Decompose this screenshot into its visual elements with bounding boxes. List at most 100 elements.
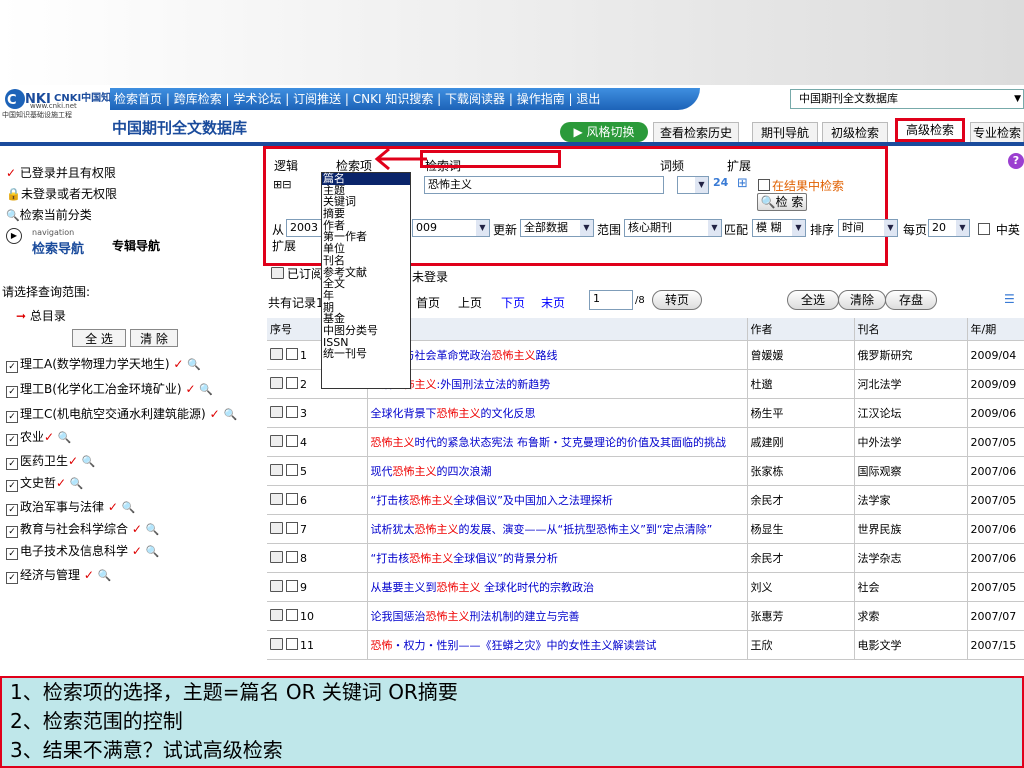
- cn-en-checkbox[interactable]: [978, 223, 990, 235]
- title-text[interactable]: 全球化时代的宗教政治: [481, 581, 594, 594]
- tab-journal-nav[interactable]: 期刊导航: [752, 122, 818, 142]
- doc-icon[interactable]: [270, 638, 283, 650]
- category-checkbox[interactable]: ✓: [6, 504, 18, 516]
- title-keyword[interactable]: 恐怖主义: [409, 494, 453, 507]
- search-icon[interactable]: 🔍: [58, 431, 72, 444]
- row-checkbox[interactable]: [286, 580, 298, 592]
- page-input[interactable]: 1: [589, 290, 633, 310]
- search-icon[interactable]: 🔍: [199, 383, 213, 396]
- select-all-categories-button[interactable]: 全 选: [72, 329, 126, 347]
- per-page-select[interactable]: 20 ▼: [928, 219, 970, 237]
- title-text[interactable]: 全球倡议”及中国加入之法理探析: [453, 494, 613, 507]
- help-icon[interactable]: ?: [1008, 153, 1024, 169]
- title-text[interactable]: 的文化反思: [481, 407, 536, 420]
- search-icon[interactable]: 🔍: [122, 501, 136, 514]
- table-row[interactable]: 5 现代恐怖主义的四次浪潮 张家栋 国际观察 2007/06: [267, 456, 1024, 486]
- doc-icon[interactable]: [270, 348, 283, 360]
- expand-icon[interactable]: ⊞: [737, 176, 748, 191]
- go-page-button[interactable]: 转页: [652, 290, 702, 310]
- title-cell[interactable]: 试析犹太恐怖主义的发展、演变——从“抵抗型恐怖主义”到“定点清除”: [367, 514, 748, 544]
- title-cell[interactable]: 恐怖主义时代的紧急状态宪法 布鲁斯・艾克曼理论的价值及其面临的挑战: [367, 427, 748, 457]
- row-checkbox[interactable]: [286, 609, 298, 621]
- title-text[interactable]: :外国刑法立法的新趋势: [437, 378, 551, 391]
- category-checkbox[interactable]: ✓: [6, 386, 18, 398]
- title-keyword[interactable]: 恐怖主义: [426, 610, 470, 623]
- nav-link-subscribe[interactable]: 订阅推送: [293, 92, 341, 106]
- update-select[interactable]: 全部数据 ▼: [520, 219, 594, 237]
- row-checkbox[interactable]: [286, 435, 298, 447]
- tab-pro-search[interactable]: 专业检索: [970, 122, 1024, 142]
- title-text[interactable]: 论我国惩治: [371, 610, 426, 623]
- field-option[interactable]: 统一刊号: [322, 348, 410, 360]
- table-row[interactable]: 6 “打击核恐怖主义全球倡议”及中国加入之法理探析 余民才 法学家 2007/05: [267, 485, 1024, 515]
- search-icon[interactable]: 🔍: [82, 455, 96, 468]
- category-checkbox[interactable]: ✓: [6, 361, 18, 373]
- clear-categories-button[interactable]: 清 除: [130, 329, 178, 347]
- title-text[interactable]: 试析犹太: [371, 523, 415, 536]
- list-view-icon[interactable]: ☰: [1004, 292, 1015, 306]
- title-keyword[interactable]: 恐怖主义: [415, 523, 459, 536]
- table-row[interactable]: 7 试析犹太恐怖主义的发展、演变——从“抵抗型恐怖主义”到“定点清除” 杨显生 世界民…: [267, 514, 1024, 544]
- freq-select[interactable]: ▼: [677, 176, 709, 194]
- last-page-link[interactable]: 末页: [541, 294, 565, 311]
- doc-icon[interactable]: [270, 580, 283, 592]
- category-item[interactable]: ✓ 教育与社会科学综合 ✓ 🔍: [6, 520, 159, 538]
- title-cell[interactable]: 识分子与社会革命党政治恐怖主义路线: [367, 340, 748, 370]
- search-icon[interactable]: 🔍: [70, 477, 84, 490]
- nav-link-guide[interactable]: 操作指南: [517, 92, 565, 106]
- tab-basic-search[interactable]: 初级检索: [822, 122, 888, 142]
- table-row[interactable]: 3 全球化背景下恐怖主义的文化反思 杨生平 江汉论坛 2009/06: [267, 398, 1024, 428]
- search-button[interactable]: 🔍检 索: [757, 193, 807, 211]
- field-option[interactable]: 年: [322, 290, 410, 302]
- search-nav-button[interactable]: ▶ navigation 检索导航 专辑导航: [6, 228, 160, 260]
- row-checkbox[interactable]: [286, 493, 298, 505]
- category-item[interactable]: ✓ 文史哲✓ 🔍: [6, 474, 84, 492]
- row-checkbox[interactable]: [286, 464, 298, 476]
- title-cell[interactable]: 全球化背景下恐怖主义的文化反思: [367, 398, 748, 428]
- doc-icon[interactable]: [270, 551, 283, 563]
- field-dropdown-list[interactable]: 篇名 主题 关键词 摘要 作者 第一作者 单位 刊名 参考文献 全文年期基金 中图分类号 ISSN 统一…: [321, 172, 411, 389]
- search-icon[interactable]: 🔍: [223, 408, 237, 421]
- title-cell[interactable]: “打击核恐怖主义全球倡议”的背景分析: [367, 543, 748, 573]
- nav-link-cross-search[interactable]: 跨库检索: [174, 92, 222, 106]
- category-checkbox[interactable]: ✓: [6, 458, 18, 470]
- category-item[interactable]: ✓ 医药卫生✓ 🔍: [6, 452, 96, 470]
- prev-page-link[interactable]: 上页: [458, 294, 482, 311]
- cn-en-option[interactable]: 中英: [978, 221, 1020, 238]
- table-row[interactable]: 9 从基要主义到恐怖主义 全球化时代的宗教政治 刘义 社会 2007/05: [267, 572, 1024, 602]
- title-keyword[interactable]: 恐怖主义: [409, 552, 453, 565]
- doc-icon[interactable]: [270, 406, 283, 418]
- sort-select[interactable]: 时间 ▼: [838, 219, 898, 237]
- style-switch-button[interactable]: ▶ 风格切换: [560, 122, 648, 142]
- nav-link-home[interactable]: 检索首页: [114, 92, 162, 106]
- doc-icon[interactable]: [270, 493, 283, 505]
- title-text[interactable]: 时代的紧急状态宪法 布鲁斯・艾克曼理论的价值及其面临的挑战: [415, 436, 727, 449]
- save-results-button[interactable]: 存盘: [885, 290, 937, 310]
- category-item[interactable]: ✓ 理工C(机电航空交通水利建筑能源) ✓ 🔍: [6, 405, 237, 423]
- title-cell[interactable]: 恐怖・权力・性别——《狂蟒之灾》中的女性主义解读尝试: [367, 630, 748, 660]
- year-from-select[interactable]: 2003: [286, 219, 322, 237]
- category-checkbox[interactable]: ✓: [6, 572, 18, 584]
- category-item[interactable]: ✓ 农业✓ 🔍: [6, 428, 72, 446]
- title-cell[interactable]: 论我国惩治恐怖主义刑法机制的建立与完善: [367, 601, 748, 631]
- search-icon[interactable]: 🔍: [146, 545, 160, 558]
- field-option[interactable]: 中图分类号: [322, 325, 410, 337]
- category-item[interactable]: ✓ 理工A(数学物理力学天地生) ✓ 🔍: [6, 355, 201, 373]
- category-checkbox[interactable]: ✓: [6, 548, 18, 560]
- title-cell[interactable]: 从基要主义到恐怖主义 全球化时代的宗教政治: [367, 572, 748, 602]
- field-option[interactable]: 全文: [322, 278, 410, 290]
- search-icon[interactable]: 🔍: [146, 523, 160, 536]
- title-keyword[interactable]: 恐怖主义: [393, 465, 437, 478]
- title-text[interactable]: 路线: [536, 349, 558, 362]
- category-item[interactable]: ✓ 电子技术及信息科学 ✓ 🔍: [6, 542, 159, 560]
- title-keyword[interactable]: 恐怖主义: [437, 407, 481, 420]
- database-select[interactable]: 中国期刊全文数据库 ▼: [790, 89, 1024, 109]
- first-page-link[interactable]: 首页: [416, 294, 440, 311]
- match-select[interactable]: 模 糊 ▼: [752, 219, 806, 237]
- title-text[interactable]: 现代: [371, 465, 393, 478]
- row-checkbox[interactable]: [286, 551, 298, 563]
- row-checkbox[interactable]: [286, 522, 298, 534]
- title-text[interactable]: 全球倡议”的背景分析: [453, 552, 558, 565]
- title-cell[interactable]: “打击核恐怖主义全球倡议”及中国加入之法理探析: [367, 485, 748, 515]
- select-all-results-button[interactable]: 全选: [787, 290, 839, 310]
